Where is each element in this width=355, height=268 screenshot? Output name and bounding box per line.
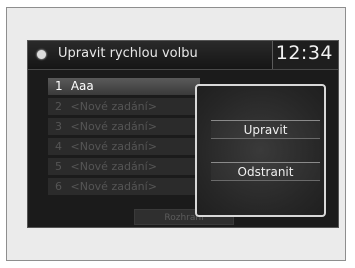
settings-dot-icon — [37, 50, 46, 59]
list-item[interactable]: 2 <Nové zadání> — [48, 98, 200, 115]
list-item[interactable]: 4 <Nové zadání> — [48, 138, 200, 155]
page-title: Upravit rychlou volbu — [58, 46, 198, 61]
options-popup: Upravit Odstranit — [195, 84, 326, 217]
list-item-label: <Nové zadání> — [70, 140, 157, 153]
list-item[interactable]: 3 <Nové zadání> — [48, 118, 200, 135]
list-item-label: <Nové zadání> — [70, 160, 157, 173]
list-item-label: <Nové zadání> — [70, 120, 157, 133]
list-item[interactable]: 1 Aaa — [48, 78, 200, 95]
display-screen: Upravit rychlou volbu 12:34 1 Aaa 2 <Nov… — [27, 40, 339, 228]
list-item-label: <Nové zadání> — [70, 180, 157, 193]
list-item[interactable]: 5 <Nové zadání> — [48, 158, 200, 175]
clock-tab: 12:34 — [272, 41, 338, 69]
list-item-label: <Nové zadání> — [70, 100, 157, 113]
list-item-label: Aaa — [70, 79, 94, 93]
delete-button[interactable]: Odstranit — [211, 162, 320, 181]
list-item-number: 3 — [55, 120, 62, 133]
clock: 12:34 — [275, 42, 333, 64]
list-item-number: 1 — [55, 79, 63, 93]
list-item[interactable]: 6 <Nové zadání> — [48, 178, 200, 195]
list-item-number: 4 — [55, 140, 62, 153]
speed-dial-list: 1 Aaa 2 <Nové zadání> 3 <Nové zadání> 4 … — [48, 78, 200, 198]
edit-button[interactable]: Upravit — [211, 120, 320, 139]
list-item-number: 5 — [55, 160, 62, 173]
header-bar: Upravit rychlou volbu 12:34 — [28, 41, 338, 70]
list-item-number: 2 — [55, 100, 62, 113]
list-item-number: 6 — [55, 180, 62, 193]
